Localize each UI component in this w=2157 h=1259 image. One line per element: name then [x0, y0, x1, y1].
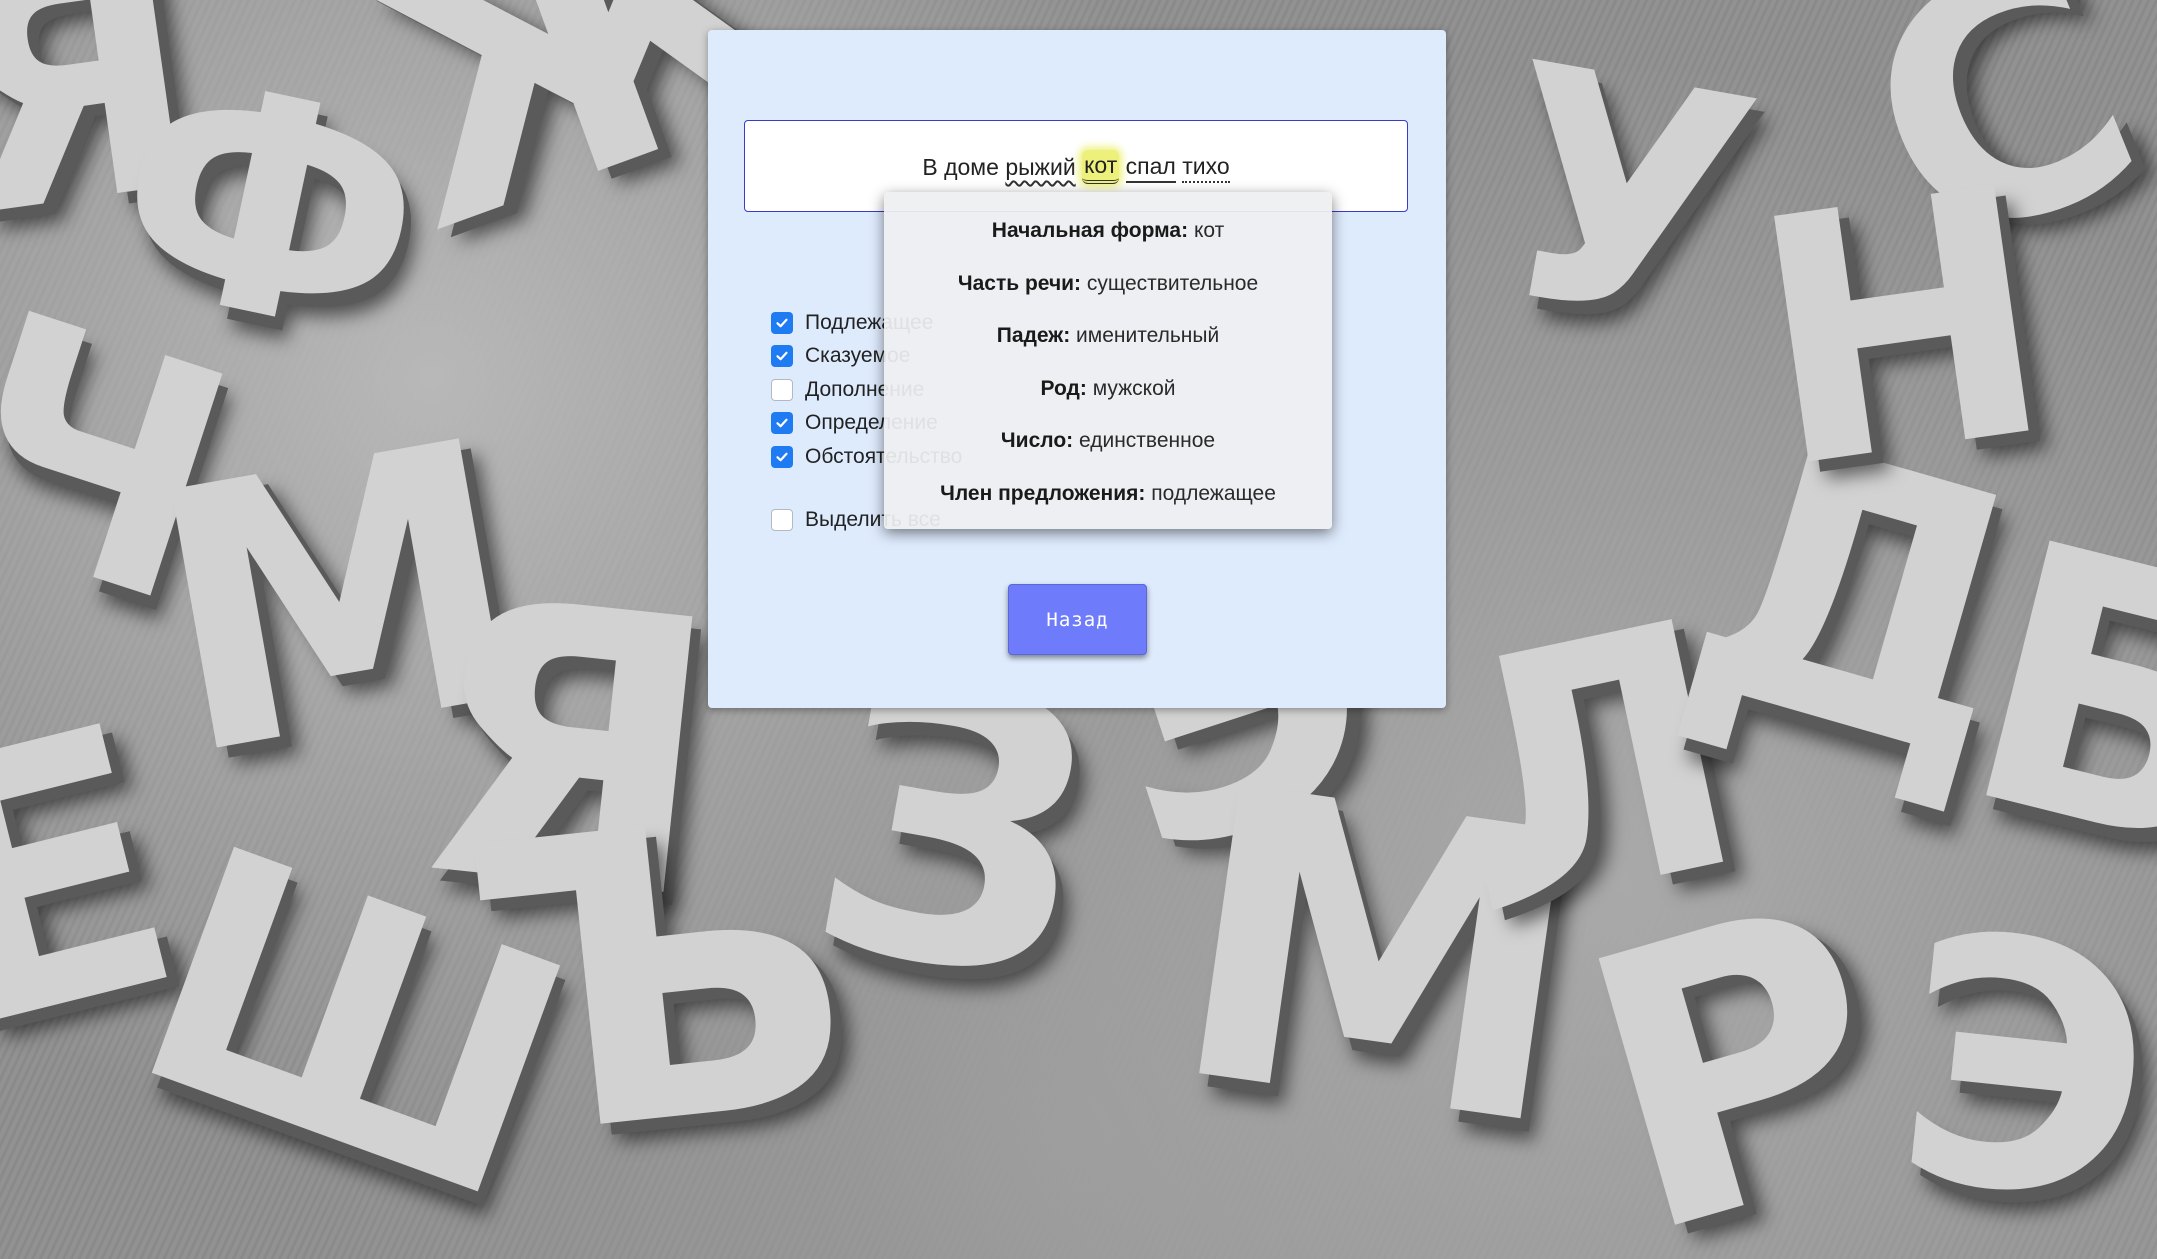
sentence-word[interactable]: кот: [1082, 149, 1120, 184]
tooltip-key: Член предложения:: [940, 481, 1146, 505]
tooltip-row-lemma: Начальная форма: кот: [884, 216, 1332, 269]
checkbox-adverbial[interactable]: [771, 445, 793, 468]
word-info-tooltip: Начальная форма: кот Часть речи: существ…: [884, 192, 1332, 529]
tooltip-value: именительный: [1076, 324, 1220, 347]
sentence-word[interactable]: В: [922, 152, 937, 182]
tooltip-value: подлежащее: [1151, 481, 1276, 505]
tooltip-key: Начальная форма:: [991, 219, 1189, 242]
checkbox-subject[interactable]: [771, 311, 793, 334]
background-letter: Э: [1879, 860, 2157, 1259]
checkmark-icon: [776, 318, 788, 328]
checkbox-predicate[interactable]: [771, 345, 793, 368]
sentence-word[interactable]: рыжий: [1005, 152, 1075, 182]
tooltip-key: Число:: [1000, 429, 1074, 452]
tooltip-key: Род:: [1040, 376, 1087, 400]
tooltip-value: мужской: [1092, 376, 1176, 400]
tooltip-value: существительное: [1086, 271, 1259, 295]
background-letter: Р: [1544, 818, 1935, 1259]
checkbox-object[interactable]: [771, 378, 793, 401]
background-letter: У: [1469, 0, 1778, 405]
tooltip-row-gender: Род: мужской: [884, 374, 1332, 427]
tooltip-key: Часть речи:: [957, 271, 1082, 295]
checkbox-select-all[interactable]: [771, 509, 793, 532]
tooltip-row-case: Падеж: именительный: [884, 321, 1332, 374]
checkmark-icon: [776, 452, 788, 462]
back-button[interactable]: Назад: [1008, 584, 1147, 655]
sentence-word[interactable]: спал: [1125, 151, 1176, 183]
tooltip-row-number: Число: единственное: [884, 426, 1332, 479]
tooltip-value: кот: [1193, 219, 1225, 242]
tooltip-key: Падеж:: [996, 324, 1071, 347]
tooltip-row-pos: Часть речи: существительное: [884, 269, 1332, 322]
sentence-word[interactable]: доме: [944, 152, 999, 182]
checkmark-icon: [776, 418, 788, 428]
tooltip-value: единственное: [1079, 429, 1216, 452]
tooltip-row-role: Член предложения: подлежащее: [884, 479, 1332, 532]
checkbox-attribute[interactable]: [771, 412, 793, 435]
background-letter: Н: [1733, 114, 2071, 546]
checkmark-icon: [776, 351, 788, 361]
sentence-word[interactable]: тихо: [1182, 151, 1230, 183]
